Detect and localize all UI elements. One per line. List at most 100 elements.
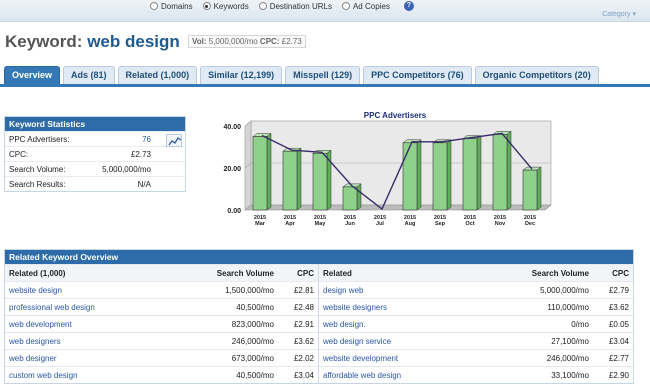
keyword-link[interactable]: custom web design	[9, 371, 154, 380]
column-header[interactable]: Search Volume	[469, 269, 589, 278]
trend-chart-icon[interactable]	[166, 134, 182, 147]
table-row: web design service 27,100/mo £3.04	[319, 332, 633, 349]
bar-side	[446, 139, 452, 211]
radio-ad-copies[interactable]: Ad Copies	[341, 2, 390, 11]
keyword-link[interactable]: design web	[323, 286, 469, 295]
category-dropdown[interactable]: Category ▾	[602, 10, 636, 18]
tab-underline	[0, 84, 650, 87]
cpc-value: £3.04	[608, 336, 629, 346]
bar-side	[536, 166, 542, 211]
search-volume: 110,000/mo	[547, 302, 589, 312]
keyword-link[interactable]: web designer	[9, 354, 154, 363]
keyword-link[interactable]: web design service	[323, 337, 469, 346]
stat-value: £2.73	[130, 149, 151, 159]
table-row: affordable web design 33,100/mo £2.90	[319, 366, 633, 383]
table-row: professional web design 40,500/mo £2.48	[5, 298, 318, 315]
bar-side	[296, 147, 302, 211]
column-header[interactable]: CPC	[589, 269, 629, 278]
cpc-value: £2.73	[281, 37, 302, 46]
tab-organic-competitors[interactable]: Organic Competitors (20)	[474, 66, 599, 84]
tab-overview[interactable]: Overview	[4, 66, 61, 84]
keyword-link[interactable]: professional web design	[9, 303, 154, 312]
tab-ppc-competitors[interactable]: PPC Competitors (76)	[363, 66, 472, 84]
stat-row: Search Volume: 5,000,000/mo	[5, 161, 185, 176]
keyword-summary-box: Vol: 5,000,000/mo CPC: £2.73	[188, 35, 306, 48]
vol-value: 5,000,000/mo	[208, 37, 258, 46]
stat-row: CPC: £2.73	[5, 146, 185, 161]
radio-label: Domains	[161, 1, 193, 11]
table-header: Related Search Volume CPC	[319, 264, 633, 281]
search-volume: 40,500/mo	[236, 370, 274, 380]
bar	[522, 169, 538, 211]
x-tick-month: Dec	[525, 221, 535, 227]
table-row: website design 1,500,000/mo £2.81	[5, 281, 318, 298]
bar	[312, 152, 328, 211]
help-icon[interactable]: ?	[403, 1, 414, 11]
x-tick-month: Nov	[495, 221, 506, 227]
bar-side	[266, 133, 272, 211]
search-volume: 0/mo	[571, 319, 589, 329]
y-tick-label: 20.00	[223, 166, 241, 173]
bar-side	[476, 135, 482, 211]
bar	[282, 150, 298, 211]
keyword-value: web design	[87, 32, 180, 51]
column-header[interactable]: Related	[323, 269, 469, 278]
keyword-link[interactable]: website designers	[323, 303, 469, 312]
stat-row: PPC Advertisers: 76	[5, 131, 185, 146]
keyword-link[interactable]: web design.	[323, 320, 469, 329]
keyword-link[interactable]: web development	[9, 320, 154, 329]
bar-side	[416, 139, 422, 211]
top-bar: Domains Keywords Destination URLs Ad Cop…	[0, 0, 650, 22]
radio-dot[interactable]	[258, 2, 267, 10]
stat-value[interactable]: 76	[142, 135, 151, 144]
radio-domains[interactable]: Domains	[150, 2, 193, 11]
column-header[interactable]: Search Volume	[154, 269, 274, 278]
related-right-column: Related Search Volume CPC design web 5,00…	[319, 264, 633, 383]
table-row: web design. 0/mo £0.05	[319, 315, 633, 332]
x-tick-month: Jul	[376, 221, 384, 227]
y-tick-label: 40.00	[223, 124, 241, 131]
search-volume: 27,100/mo	[551, 336, 589, 346]
radio-keywords[interactable]: Keywords	[202, 2, 249, 11]
panel-title: Keyword Statistics	[5, 117, 185, 131]
table-row: web designer 673,000/mo £2.02	[5, 349, 318, 366]
column-header[interactable]: CPC	[274, 269, 314, 278]
bar-side	[356, 183, 362, 211]
tab-misspell[interactable]: Misspell (129)	[285, 66, 361, 84]
tab-similar[interactable]: Similar (12,199)	[200, 66, 283, 84]
bar	[462, 138, 478, 211]
cpc-value: £3.04	[293, 370, 314, 380]
tab-related[interactable]: Related (1,000)	[117, 66, 198, 84]
radio-destination-urls[interactable]: Destination URLs	[258, 1, 332, 11]
y-tick-label: 0.00	[227, 208, 241, 215]
x-tick-month: Sep	[435, 221, 446, 227]
search-volume: 673,000/mo	[231, 353, 274, 363]
keyword-link[interactable]: affordable web design	[323, 371, 469, 380]
keyword-link[interactable]: website design	[9, 286, 154, 295]
x-tick-month: Apr	[285, 221, 295, 227]
stat-label: Search Results:	[9, 179, 66, 189]
tab-ads[interactable]: Ads (81)	[63, 66, 115, 84]
x-tick-month: Aug	[405, 221, 416, 227]
table-row: web designers 246,000/mo £3.62	[5, 332, 318, 349]
x-tick-month: Oct	[465, 221, 474, 227]
cpc-value: £2.77	[608, 353, 629, 363]
radio-dot[interactable]	[341, 2, 350, 10]
radio-label: Destination URLs	[269, 1, 332, 11]
table-row: web development 823,000/mo £2.91	[5, 315, 318, 332]
keyword-link[interactable]: web designers	[9, 337, 154, 346]
cpc-value: £2.81	[293, 285, 314, 295]
radio-dot[interactable]	[150, 2, 158, 10]
table-row: design web 5,000,000/mo £2.79	[319, 281, 633, 298]
related-keyword-overview: Related Keyword Overview Related (1,000)…	[4, 249, 634, 384]
cpc-value: £2.02	[293, 353, 314, 363]
search-type-radios: Domains Keywords Destination URLs Ad Cop…	[150, 0, 414, 12]
cpc-value: £3.62	[608, 302, 629, 312]
bar	[342, 186, 358, 211]
ppc-advertisers-chart: PPC Advertisers 0.0020.0040.002015Mar201…	[223, 111, 552, 227]
cpc-value: £2.79	[608, 285, 629, 295]
column-header[interactable]: Related (1,000)	[9, 269, 154, 278]
stat-label: CPC:	[9, 149, 29, 159]
keyword-link[interactable]: website development	[323, 354, 469, 363]
radio-dot[interactable]	[202, 2, 211, 10]
